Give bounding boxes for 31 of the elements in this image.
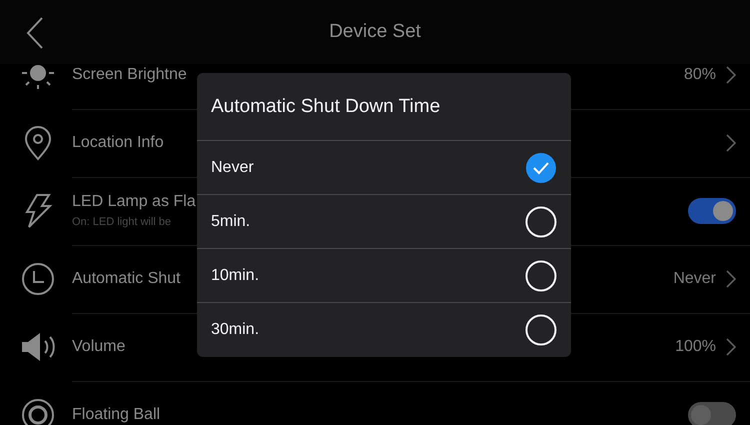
option-item[interactable]: 30min. bbox=[197, 303, 571, 357]
setting-value: 100% bbox=[675, 338, 716, 356]
option-label: Never bbox=[211, 158, 254, 176]
page-title: Device Set bbox=[329, 21, 421, 43]
setting-label: Screen Brightne bbox=[72, 66, 187, 84]
chevron-right-icon bbox=[726, 66, 736, 84]
lightning-icon bbox=[23, 193, 53, 229]
option-label: 5min. bbox=[211, 212, 250, 230]
setting-label: Volume bbox=[72, 338, 126, 356]
chevron-right-icon bbox=[726, 338, 736, 356]
setting-label: Location Info bbox=[72, 134, 164, 152]
setting-value: Never bbox=[673, 270, 716, 288]
location-pin-icon bbox=[23, 125, 53, 161]
setting-label: Automatic Shut bbox=[72, 270, 180, 288]
chevron-right-icon bbox=[726, 134, 736, 152]
toggle-switch[interactable] bbox=[688, 402, 736, 425]
ring-icon bbox=[21, 398, 55, 425]
clock-icon bbox=[21, 262, 55, 296]
setting-value: 80% bbox=[684, 66, 716, 84]
speaker-icon bbox=[20, 332, 56, 362]
option-label: 30min. bbox=[211, 321, 260, 339]
toggle-switch[interactable] bbox=[688, 198, 736, 224]
setting-label: LED Lamp as Fla bbox=[72, 193, 196, 211]
setting-description: On: LED light will be bbox=[72, 216, 172, 228]
chevron-right-icon bbox=[726, 270, 736, 288]
option-item[interactable]: Never bbox=[197, 141, 571, 195]
option-label: 10min. bbox=[211, 266, 260, 284]
option-item[interactable]: 10min. bbox=[197, 249, 571, 303]
setting-label: Floating Ball bbox=[72, 406, 160, 424]
option-item[interactable]: 5min. bbox=[197, 195, 571, 249]
dialog-title: Automatic Shut Down Time bbox=[197, 73, 571, 141]
